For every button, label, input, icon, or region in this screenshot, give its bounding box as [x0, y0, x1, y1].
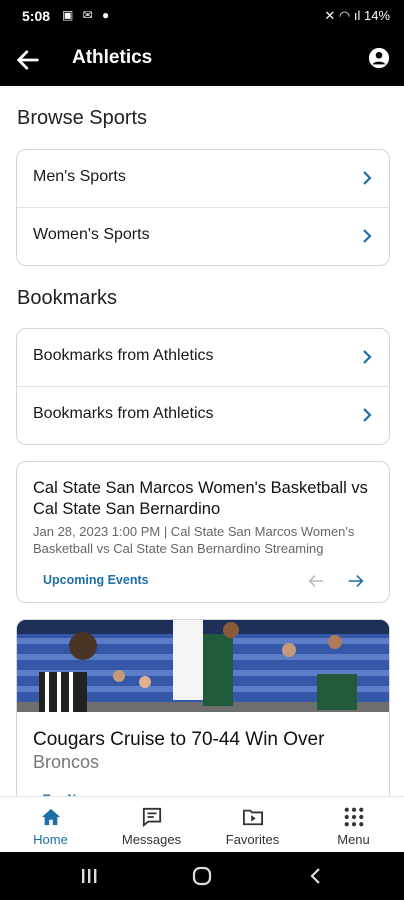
basketball-game-photo: [17, 620, 389, 712]
event-title: Cal State San Marcos Women's Basketball …: [33, 479, 368, 518]
bookmark-row[interactable]: Bookmarks from Athletics: [17, 329, 389, 387]
event-description: Jan 28, 2023 1:00 PM | Cal State San Mar…: [33, 524, 355, 556]
status-bar: 5:08 ▣ ✉ ● ✕ ◠ ıl 14%: [0, 0, 404, 32]
status-time: 5:08: [22, 8, 51, 24]
tab-menu[interactable]: Menu: [303, 797, 404, 853]
home-button-icon[interactable]: [191, 865, 213, 887]
row-label: Men's Sports: [33, 168, 126, 185]
arrow-right-icon[interactable]: [347, 572, 365, 590]
profile-icon[interactable]: [368, 47, 390, 69]
womens-sports-row[interactable]: Women's Sports: [17, 208, 389, 265]
bookmarks-card: Bookmarks from Athletics Bookmarks from …: [16, 328, 390, 445]
recent-apps-icon[interactable]: [80, 867, 98, 885]
row-label: Bookmarks from Athletics: [33, 405, 214, 422]
status-system-icons: ✕ ◠ ıl 14%: [324, 8, 390, 23]
bookmarks-heading: Bookmarks: [17, 287, 118, 309]
news-subtitle: Broncos: [33, 752, 100, 772]
system-navigation-bar: [0, 852, 404, 900]
status-notification-icons: ▣ ✉ ●: [62, 8, 113, 22]
tab-home[interactable]: Home: [0, 797, 101, 853]
browse-sports-heading: Browse Sports: [17, 107, 148, 129]
bookmark-row[interactable]: Bookmarks from Athletics: [17, 387, 389, 444]
back-arrow-icon[interactable]: [14, 46, 42, 74]
bottom-tab-bar: Home Messages Favorites Menu: [0, 796, 404, 853]
upcoming-event-card[interactable]: Cal State San Marcos Women's Basketball …: [16, 461, 390, 603]
tab-label: Favorites: [225, 832, 280, 847]
tab-favorites[interactable]: Favorites: [202, 797, 303, 853]
home-icon: [41, 808, 61, 826]
tab-label: Messages: [121, 832, 182, 847]
menu-grid-icon: [344, 807, 364, 827]
row-label: Bookmarks from Athletics: [33, 347, 214, 364]
chevron-right-icon: [363, 350, 372, 364]
favorites-icon: [243, 809, 263, 826]
tab-label: Menu: [337, 832, 370, 847]
system-back-icon[interactable]: [308, 866, 324, 886]
arrow-left-icon[interactable]: [307, 572, 325, 590]
row-label: Women's Sports: [33, 226, 150, 243]
browse-sports-card: Men's Sports Women's Sports: [16, 149, 390, 266]
tab-messages[interactable]: Messages: [101, 797, 202, 853]
chevron-right-icon: [363, 229, 372, 243]
tab-label: Home: [33, 832, 68, 847]
app-bar: Athletics: [0, 32, 404, 86]
upcoming-events-link[interactable]: Upcoming Events: [43, 573, 149, 587]
top-news-card[interactable]: Cougars Cruise to 70-44 Win Over Broncos…: [16, 619, 390, 821]
messages-icon: [142, 807, 162, 827]
page-title: Athletics: [72, 47, 153, 68]
mens-sports-row[interactable]: Men's Sports: [17, 150, 389, 208]
chevron-right-icon: [363, 408, 372, 422]
chevron-right-icon: [363, 171, 372, 185]
news-title: Cougars Cruise to 70-44 Win Over: [33, 729, 325, 750]
